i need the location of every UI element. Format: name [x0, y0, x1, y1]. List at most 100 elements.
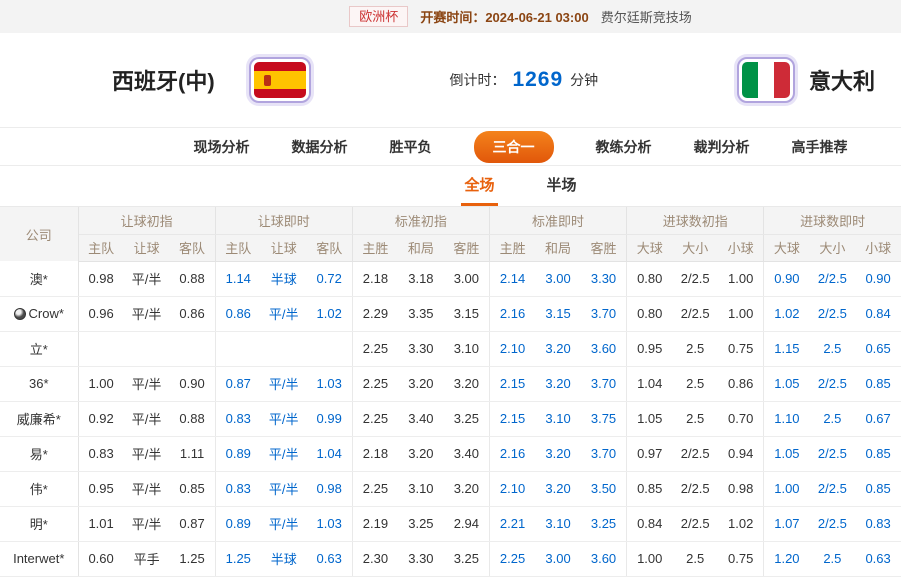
odds-cell: 平/半	[124, 471, 170, 506]
nav-tab-referee-analysis[interactable]: 裁判分析	[694, 137, 750, 157]
odds-cell: 2.25	[489, 541, 535, 576]
odds-cell: 2.14	[489, 261, 535, 296]
away-team: 意大利	[737, 57, 875, 103]
odds-cell: 3.10	[535, 401, 581, 436]
league-badge[interactable]: 欧洲杯	[349, 6, 408, 28]
company-name[interactable]: 伟*	[0, 471, 78, 506]
odds-cell: 平手	[124, 541, 170, 576]
odds-cell: 2.25	[352, 366, 398, 401]
group-header-4: 标准即时	[489, 207, 626, 234]
odds-cell: 0.72	[307, 261, 353, 296]
odds-cell: 平/半	[261, 436, 307, 471]
column-header: 小球	[855, 234, 901, 261]
company-name[interactable]: 易*	[0, 436, 78, 471]
odds-cell: 1.20	[764, 541, 810, 576]
italy-flag-icon	[737, 57, 795, 103]
odds-cell: 0.80	[627, 261, 673, 296]
odds-cell: 1.10	[764, 401, 810, 436]
odds-cell: 1.04	[627, 366, 673, 401]
odds-cell: 0.86	[718, 366, 764, 401]
odds-cell: 2.30	[352, 541, 398, 576]
odds-cell: 3.50	[581, 471, 627, 506]
column-header: 主胜	[489, 234, 535, 261]
odds-cell: 3.25	[444, 401, 490, 436]
odds-cell: 2/2.5	[810, 471, 856, 506]
group-header-6: 进球数即时	[764, 207, 901, 234]
odds-cell: 0.88	[169, 261, 215, 296]
odds-cell: 3.60	[581, 331, 627, 366]
odds-cell: 2.5	[672, 401, 718, 436]
table-row: Crow*0.96平/半0.860.86平/半1.022.293.353.152…	[0, 296, 901, 331]
odds-cell: 1.15	[764, 331, 810, 366]
odds-cell: 1.07	[764, 506, 810, 541]
odds-cell: 0.95	[78, 471, 124, 506]
odds-table-body: 澳*0.98平/半0.881.14半球0.722.183.183.002.143…	[0, 261, 901, 576]
column-header: 客胜	[444, 234, 490, 261]
odds-cell: 2/2.5	[672, 296, 718, 331]
company-name[interactable]: 明*	[0, 506, 78, 541]
odds-cell: 3.20	[444, 471, 490, 506]
odds-cell: 3.20	[535, 436, 581, 471]
odds-cell: 2.25	[352, 331, 398, 366]
countdown: 倒计时： 1269 分钟	[449, 68, 598, 92]
odds-cell: 0.83	[215, 401, 261, 436]
odds-cell: 2/2.5	[810, 506, 856, 541]
odds-cell: 3.10	[398, 471, 444, 506]
column-header: 和局	[398, 234, 444, 261]
column-header: 主队	[215, 234, 261, 261]
company-name[interactable]: Crow*	[0, 296, 78, 331]
odds-cell: 0.99	[307, 401, 353, 436]
odds-cell: 2.5	[672, 366, 718, 401]
odds-cell: 1.00	[78, 366, 124, 401]
column-header: 主队	[78, 234, 124, 261]
column-header: 客胜	[581, 234, 627, 261]
odds-cell: 平/半	[124, 436, 170, 471]
nav-tab-expert-picks[interactable]: 高手推荐	[792, 137, 848, 157]
odds-cell: 0.80	[627, 296, 673, 331]
table-group-row: 公司让球初指让球即时标准初指标准即时进球数初指进球数即时	[0, 207, 901, 234]
odds-cell: 3.75	[581, 401, 627, 436]
company-name[interactable]: 立*	[0, 331, 78, 366]
nav-tab-live-analysis[interactable]: 现场分析	[194, 137, 250, 157]
company-name[interactable]: 澳*	[0, 261, 78, 296]
column-header: 让球	[261, 234, 307, 261]
nav-tab-coach-analysis[interactable]: 教练分析	[596, 137, 652, 157]
nav-tab-three-in-one[interactable]: 三合一	[474, 131, 554, 163]
company-name[interactable]: 威廉希*	[0, 401, 78, 436]
sub-tab-full-time[interactable]: 全场	[461, 166, 497, 206]
odds-cell: 平/半	[261, 401, 307, 436]
column-header: 小球	[718, 234, 764, 261]
odds-cell: 0.83	[215, 471, 261, 506]
odds-cell: 0.85	[627, 471, 673, 506]
odds-cell: 2.16	[489, 296, 535, 331]
table-col-row: 主队让球客队主队让球客队主胜和局客胜主胜和局客胜大球大小小球大球大小小球	[0, 234, 901, 261]
odds-cell: 3.25	[581, 506, 627, 541]
odds-cell	[169, 331, 215, 366]
odds-cell: 2.25	[352, 401, 398, 436]
odds-cell: 0.96	[78, 296, 124, 331]
odds-cell: 2.10	[489, 471, 535, 506]
group-header-3: 标准初指	[352, 207, 489, 234]
odds-cell: 2.5	[810, 401, 856, 436]
table-row: 伟*0.95平/半0.850.83平/半0.982.253.103.202.10…	[0, 471, 901, 506]
column-header: 客队	[169, 234, 215, 261]
nav-tab-win-draw-lose[interactable]: 胜平负	[390, 137, 432, 157]
venue: 费尔廷斯竞技场	[601, 7, 692, 26]
odds-cell: 3.20	[398, 436, 444, 471]
company-name[interactable]: Interwet*	[0, 541, 78, 576]
odds-cell: 1.02	[718, 506, 764, 541]
company-name[interactable]: 36*	[0, 366, 78, 401]
sub-tabs: 全场 半场	[0, 166, 901, 207]
odds-cell: 1.04	[307, 436, 353, 471]
odds-cell: 1.25	[215, 541, 261, 576]
column-header: 让球	[124, 234, 170, 261]
odds-cell: 平/半	[261, 366, 307, 401]
odds-cell: 0.98	[718, 471, 764, 506]
sub-tab-half-time[interactable]: 半场	[544, 166, 580, 206]
odds-cell: 0.63	[307, 541, 353, 576]
nav-tab-data-analysis[interactable]: 数据分析	[292, 137, 348, 157]
odds-cell: 2.10	[489, 331, 535, 366]
odds-cell: 3.35	[398, 296, 444, 331]
odds-cell: 0.75	[718, 541, 764, 576]
odds-cell: 0.87	[169, 506, 215, 541]
